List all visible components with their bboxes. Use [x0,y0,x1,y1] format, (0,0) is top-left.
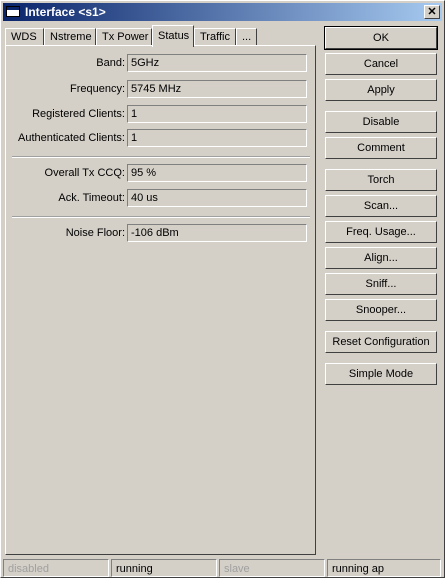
disable-button[interactable]: Disable [325,111,437,133]
band-label: Band: [96,57,125,69]
noise-floor-label: Noise Floor: [65,227,125,239]
run-state: running [111,559,217,577]
band-row: Band: 5GHz [6,54,317,72]
comment-button[interactable]: Comment [325,137,437,159]
ack-timeout-value: 40 us [127,189,307,207]
interface-window: Interface <s1> ✕ WDS Nstreme Tx Power St… [0,0,445,578]
ok-button[interactable]: OK [324,26,438,50]
registered-clients-row: Registered Clients: 1 [6,105,317,123]
authenticated-clients-label: Authenticated Clients: [17,132,125,144]
window-title: Interface <s1> [25,5,106,19]
freq-usage-button[interactable]: Freq. Usage... [325,221,437,243]
authenticated-clients-row: Authenticated Clients: 1 [6,129,317,147]
enabled-state: disabled [3,559,109,577]
registered-clients-value: 1 [127,105,307,123]
band-value: 5GHz [127,54,307,72]
align-button[interactable]: Align... [325,247,437,269]
frequency-row: Frequency: 5745 MHz [6,80,317,98]
reset-configuration-button[interactable]: Reset Configuration [325,331,437,353]
overall-tx-ccq-label: Overall Tx CCQ: [44,167,125,179]
noise-floor-row: Noise Floor: -106 dBm [6,224,317,242]
cancel-button[interactable]: Cancel [325,53,437,75]
frequency-label: Frequency: [69,83,125,95]
status-bar: disabled running slave running ap [3,559,442,577]
tab-status[interactable]: Status [152,25,194,47]
tab-wds[interactable]: WDS [5,28,44,46]
snooper-button[interactable]: Snooper... [325,299,437,321]
ack-timeout-row: Ack. Timeout: 40 us [6,189,317,207]
frequency-value: 5745 MHz [127,80,307,98]
authenticated-clients-value: 1 [127,129,307,147]
torch-button[interactable]: Torch [325,169,437,191]
separator [12,156,310,158]
tab-tx-power[interactable]: Tx Power [96,28,152,46]
overall-tx-ccq-row: Overall Tx CCQ: 95 % [6,164,317,182]
overall-tx-ccq-value: 95 % [127,164,307,182]
simple-mode-button[interactable]: Simple Mode [325,363,437,385]
close-button[interactable]: ✕ [424,5,440,19]
apply-button[interactable]: Apply [325,79,437,101]
mode-state: running ap [327,559,441,577]
window-icon [6,6,20,17]
separator [12,216,310,218]
noise-floor-value: -106 dBm [127,224,307,242]
tab-traffic[interactable]: Traffic [194,28,236,46]
title-bar[interactable]: Interface <s1> ✕ [3,3,442,21]
sniff-button[interactable]: Sniff... [325,273,437,295]
status-panel: Band: 5GHz Frequency: 5745 MHz Registere… [5,45,316,555]
tab-more[interactable]: ... [236,28,257,46]
ack-timeout-label: Ack. Timeout: [58,192,125,204]
scan-button[interactable]: Scan... [325,195,437,217]
registered-clients-label: Registered Clients: [32,108,125,120]
slave-state: slave [219,559,325,577]
tab-nstreme[interactable]: Nstreme [44,28,96,46]
